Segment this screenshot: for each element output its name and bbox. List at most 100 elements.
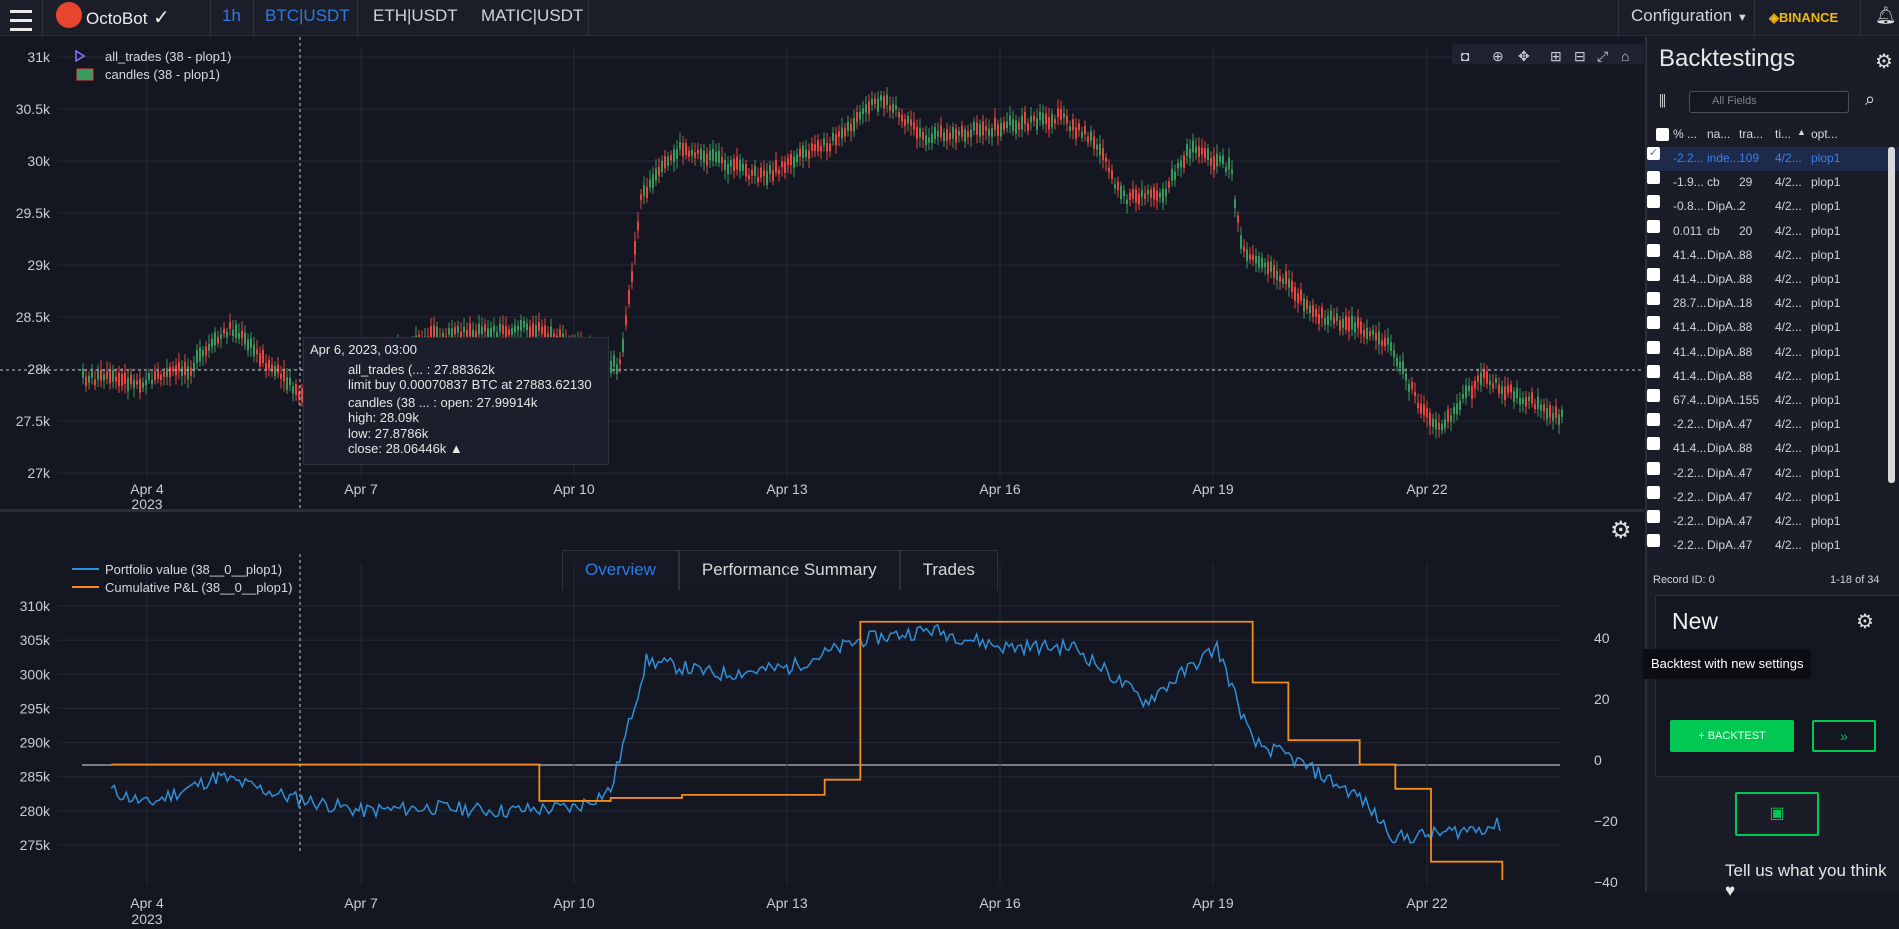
table-row[interactable]: -2.2... DipA... 47 4/2... plop1 [1647,485,1899,510]
camera-icon[interactable]: ◘ [1461,48,1469,64]
candle [1477,375,1479,382]
binance-exchange-logo[interactable]: ◈BINANCE [1769,2,1838,38]
row-checkbox[interactable] [1647,316,1660,330]
next-button[interactable]: » [1812,720,1876,752]
row-checkbox[interactable] [1647,413,1660,427]
top-navbar: OctoBot ✓ 1h BTC|USDT ETH|USDT MATIC|USD… [0,0,1899,36]
select-all-checkbox[interactable] [1656,128,1669,141]
candle [1096,144,1098,150]
menu-icon[interactable] [10,0,32,36]
row-checkbox[interactable] [1647,243,1660,257]
row-checkbox[interactable] [1647,534,1660,548]
candle [1195,146,1197,153]
candle [1387,337,1389,345]
columns-icon[interactable]: ⫼ [1659,93,1666,110]
table-row[interactable]: 41.4... DipA... 88 4/2... plop1 [1647,340,1899,365]
search-icon[interactable]: ⌕ [1865,89,1875,110]
table-row[interactable]: 67.4... DipA... 155 4/2... plop1 [1647,389,1899,413]
pf-y2-tick: −20 [1594,813,1618,829]
candle [163,371,165,377]
portfolio-chart[interactable]: 310k 305k 300k 295k 290k 285k 280k 275k 40 20 0 −20… [0,554,1644,929]
legend-portfolio-value[interactable]: Portfolio value (38__0__plop1) [105,562,282,577]
table-cell: DipA... [1707,417,1744,432]
candle [736,156,738,170]
panel-gear-icon[interactable]: ⚙ [1875,49,1893,74]
autoscale-icon[interactable]: ⤢ [1597,48,1608,64]
col-header-name[interactable]: na... [1707,127,1730,141]
candle [529,326,531,338]
new-gear-icon[interactable]: ⚙ [1856,609,1874,634]
candle [865,104,867,113]
row-checkbox[interactable] [1647,485,1660,499]
row-checkbox[interactable] [1647,510,1660,523]
col-header-trades[interactable]: tra... [1739,127,1763,141]
candle [757,177,759,183]
candle [1177,162,1179,169]
row-checkbox[interactable] [1647,195,1660,209]
backtest-button[interactable]: + BACKTEST [1670,720,1794,752]
table-row[interactable]: 41.4... DipA... 88 4/2... plop1 [1647,364,1899,389]
timeframe-selector[interactable]: 1h [222,0,241,36]
row-checkbox[interactable] [1647,389,1660,402]
search-input[interactable]: All Fields [1689,91,1849,113]
table-cell: 4/2... [1775,465,1802,480]
table-row[interactable]: -2.2... DipA... 47 4/2... plop1 [1647,461,1899,486]
pair-tab-btc-usdt[interactable]: BTC|USDT [265,0,350,36]
candle [727,164,729,174]
candle [1366,327,1368,339]
table-row[interactable]: 28.7... DipA... 18 4/2... plop1 [1647,292,1899,316]
candle [160,374,162,381]
zoom-icon[interactable]: ⊕ [1492,48,1504,64]
save-button[interactable]: ▣ [1735,792,1819,836]
table-row[interactable]: -0.8... DipA... 2 4/2... plop1 [1647,195,1899,219]
chart-divider[interactable] [0,509,1644,512]
pair-tab-eth-usdt[interactable]: ETH|USDT [373,0,458,36]
table-cell: DipA... [1707,514,1744,528]
pan-icon[interactable]: ✥ [1518,48,1530,64]
row-checkbox[interactable] [1647,461,1660,475]
legend-all-trades[interactable]: all_trades (38 - plop1) [105,49,231,64]
check-icon: ✓ [147,7,170,29]
row-checkbox[interactable]: ✓ [1647,147,1660,160]
col-header-time[interactable]: ti... [1775,127,1791,141]
legend-cumulative-pnl[interactable]: Cumulative P&L (38__0__plop1) [105,580,292,595]
candle [691,149,693,156]
zoom-in-icon[interactable]: ⊞ [1550,48,1562,64]
configuration-dropdown[interactable]: Configuration ▼ [1631,0,1748,36]
octobot-logo[interactable]: OctoBot ✓ [56,2,170,38]
table-row[interactable]: -2.2... DipA... 47 4/2... plop1 [1647,510,1899,534]
notifications-bell-icon[interactable]: 🔔︎ [1875,0,1897,36]
candle [1072,119,1074,131]
table-row[interactable]: 41.4... DipA... 88 4/2... plop1 [1647,316,1899,340]
pair-tab-matic-usdt[interactable]: MATIC|USDT [481,0,583,36]
table-scrollbar[interactable] [1888,147,1895,483]
table-row[interactable]: ✓ -2.2... inde... 109 4/2... plop1 [1647,147,1899,171]
row-checkbox[interactable] [1647,364,1660,378]
row-checkbox[interactable] [1647,171,1660,185]
table-cell: -2.2... [1673,465,1704,480]
home-icon[interactable]: ⌂ [1621,48,1629,64]
row-checkbox[interactable] [1647,292,1660,306]
price-chart[interactable]: 31k 30.5k 30k 29.5k 29k 28.5k 28k 27.5k 27k Apr … [0,37,1644,509]
row-checkbox[interactable] [1647,219,1660,233]
backtestings-panel: Backtestings ⚙ ⫼ All Fields ⌕ % ... na..… [1643,37,1899,900]
table-row[interactable]: -1.9... cb 29 4/2... plop1 [1647,171,1899,195]
gear-icon[interactable]: ⚙ [1610,516,1632,545]
col-header-percent[interactable]: % ... [1673,127,1697,141]
table-row[interactable]: 41.4... DipA... 88 4/2... plop1 [1647,437,1899,461]
table-row[interactable]: -2.2... DipA... 47 4/2... plop1 [1647,413,1899,437]
col-header-options[interactable]: opt... [1811,127,1838,141]
candle [1345,315,1347,330]
table-row[interactable]: 41.4... DipA... 88 4/2... plop1 [1647,243,1899,268]
zoom-out-icon[interactable]: ⊟ [1574,48,1586,64]
row-checkbox[interactable] [1647,268,1660,281]
legend-candles[interactable]: candles (38 - plop1) [105,67,220,82]
table-row[interactable]: 41.4... DipA... 88 4/2... plop1 [1647,268,1899,292]
table-row[interactable]: -2.2... DipA... 47 4/2... plop1 [1647,534,1899,558]
row-checkbox[interactable] [1647,437,1660,451]
row-checkbox[interactable] [1647,340,1660,354]
table-row[interactable]: 0.011 cb 20 4/2... plop1 [1647,219,1899,244]
candle [679,142,681,149]
feedback-link[interactable]: Tell us what you think ♥ [1725,861,1899,901]
table-cell: 18 [1739,296,1753,311]
